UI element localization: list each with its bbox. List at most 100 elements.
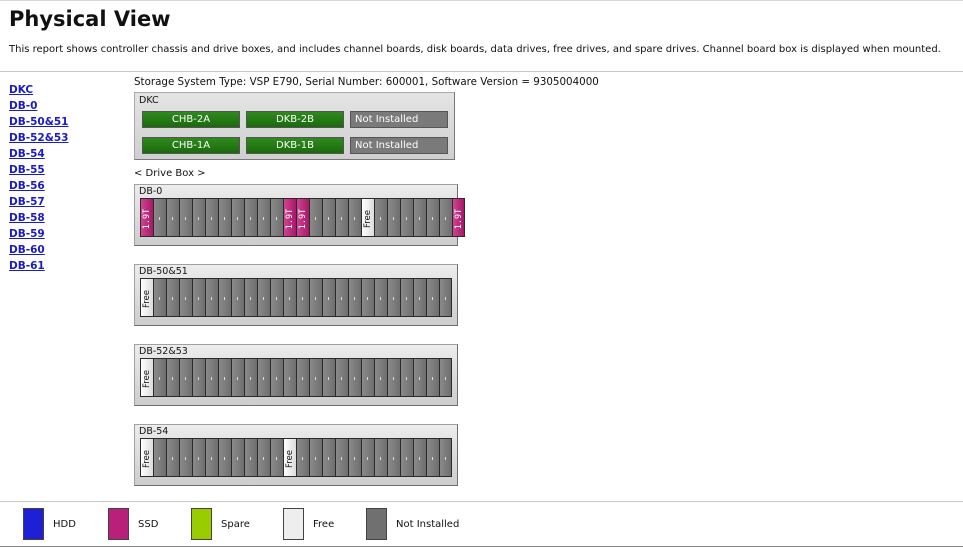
drive-slot-not-installed	[322, 278, 335, 317]
drive-slot-led	[302, 297, 303, 300]
drive-slot-led	[406, 457, 407, 460]
drive-slot-not-installed	[218, 438, 231, 477]
legend-swatch-not-installed	[366, 508, 387, 540]
nav-link-db-54[interactable]: DB-54	[9, 146, 119, 162]
nav-link-db-0[interactable]: DB-0	[9, 98, 119, 114]
drive-slot-led	[419, 457, 420, 460]
drive-slot-led	[198, 377, 199, 380]
drive-slot-not-installed	[426, 278, 439, 317]
drive-slot-ssd[interactable]: 1.9T	[283, 198, 296, 237]
drive-slot-not-installed	[335, 198, 348, 237]
drive-slot-led	[263, 457, 264, 460]
drive-slot-not-installed	[374, 198, 387, 237]
board-chb-2a[interactable]: CHB-2A	[142, 111, 240, 128]
drive-slot-label-wrap: Free	[362, 199, 374, 238]
nav-link-db-57[interactable]: DB-57	[9, 194, 119, 210]
drive-slot-free[interactable]: Free	[140, 438, 153, 477]
drive-slot-not-installed	[153, 358, 166, 397]
drive-slot-led	[224, 377, 225, 380]
drive-slot-not-installed	[192, 278, 205, 317]
drive-slot-not-installed	[166, 198, 179, 237]
nav-link-dkc[interactable]: DKC	[9, 82, 119, 98]
drive-slot-not-installed	[335, 438, 348, 477]
drive-slot-led	[393, 297, 394, 300]
drive-slot-led	[172, 217, 173, 220]
drive-slot-led	[315, 297, 316, 300]
nav-link-db-56[interactable]: DB-56	[9, 178, 119, 194]
drive-slot-not-installed	[400, 438, 413, 477]
nav-link-db-50-51[interactable]: DB-50&51	[9, 114, 119, 130]
legend-swatch-free	[283, 508, 304, 540]
drive-slot-ssd[interactable]: 1.9T	[140, 198, 153, 237]
drive-slot-led	[263, 377, 264, 380]
drive-slot-label: Free	[142, 369, 153, 388]
drive-slot-led	[419, 377, 420, 380]
drive-slot-ssd[interactable]: 1.9T	[452, 198, 465, 237]
drive-slot-free[interactable]: Free	[140, 358, 153, 397]
drive-slot-led	[211, 297, 212, 300]
drive-slot-label-wrap: 1.9T	[141, 199, 153, 238]
drive-slot-free[interactable]: Free	[140, 278, 153, 317]
nav-link-db-61[interactable]: DB-61	[9, 258, 119, 274]
drive-slot-led	[211, 457, 212, 460]
nav-link-db-58[interactable]: DB-58	[9, 210, 119, 226]
drive-slot-not-installed	[179, 278, 192, 317]
drive-slot-led	[380, 457, 381, 460]
board-chb-1a[interactable]: CHB-1A	[142, 137, 240, 154]
drive-slot-label-wrap: 1.9T	[284, 199, 296, 238]
drive-slot-led	[159, 377, 160, 380]
drive-slot-led	[302, 457, 303, 460]
drive-slot-ssd[interactable]: 1.9T	[296, 198, 309, 237]
drive-slot-not-installed	[322, 438, 335, 477]
drive-slot-not-installed	[179, 198, 192, 237]
drive-slot-led	[237, 377, 238, 380]
drive-slot-not-installed	[192, 358, 205, 397]
header-divider	[0, 71, 963, 72]
drive-slot-not-installed	[231, 438, 244, 477]
legend-label-ssd: SSD	[138, 519, 159, 530]
drive-slot-label-wrap: 1.9T	[297, 199, 309, 238]
nav-link-db-52-53[interactable]: DB-52&53	[9, 130, 119, 146]
drive-slot-not-installed	[387, 438, 400, 477]
drive-slot-not-installed	[218, 358, 231, 397]
drive-slot-led	[159, 217, 160, 220]
drive-slot-led	[159, 297, 160, 300]
drive-slot-not-installed	[426, 438, 439, 477]
drive-slot-led	[341, 377, 342, 380]
drive-slot-led	[302, 377, 303, 380]
drive-slot-led	[237, 217, 238, 220]
drive-slot-led	[419, 297, 420, 300]
nav-link-db-55[interactable]: DB-55	[9, 162, 119, 178]
drive-slot-led	[445, 377, 446, 380]
component-nav: DKC DB-0 DB-50&51 DB-52&53 DB-54 DB-55 D…	[9, 82, 119, 274]
drive-slot-led	[276, 377, 277, 380]
nav-link-db-59[interactable]: DB-59	[9, 226, 119, 242]
drive-slot-not-installed	[296, 438, 309, 477]
drive-slots: Free	[140, 278, 452, 317]
drive-slot-not-installed	[179, 358, 192, 397]
board-dkb-2b[interactable]: DKB-2B	[246, 111, 344, 128]
drive-slot-not-installed	[348, 278, 361, 317]
drive-slot-not-installed	[296, 358, 309, 397]
drive-slot-led	[354, 457, 355, 460]
drive-slot-not-installed	[322, 358, 335, 397]
drive-slot-led	[276, 217, 277, 220]
page-description: This report shows controller chassis and…	[9, 44, 941, 55]
drive-slot-led	[341, 297, 342, 300]
drive-slot-label: 1.9T	[142, 208, 153, 229]
drive-slot-not-installed	[400, 358, 413, 397]
drive-slot-led	[393, 217, 394, 220]
drive-slot-not-installed	[166, 278, 179, 317]
nav-link-db-60[interactable]: DB-60	[9, 242, 119, 258]
drive-slot-not-installed	[400, 198, 413, 237]
drive-slot-free[interactable]: Free	[361, 198, 374, 237]
board-dkb-1b[interactable]: DKB-1B	[246, 137, 344, 154]
drive-slot-not-installed	[400, 278, 413, 317]
drive-box-section-label: < Drive Box >	[134, 168, 206, 179]
drive-slot-led	[211, 217, 212, 220]
drive-slot-free[interactable]: Free	[283, 438, 296, 477]
drive-slot-not-installed	[270, 358, 283, 397]
drive-slot-led	[185, 297, 186, 300]
drive-slot-led	[380, 217, 381, 220]
drive-slot-label: 1.9T	[454, 208, 465, 229]
